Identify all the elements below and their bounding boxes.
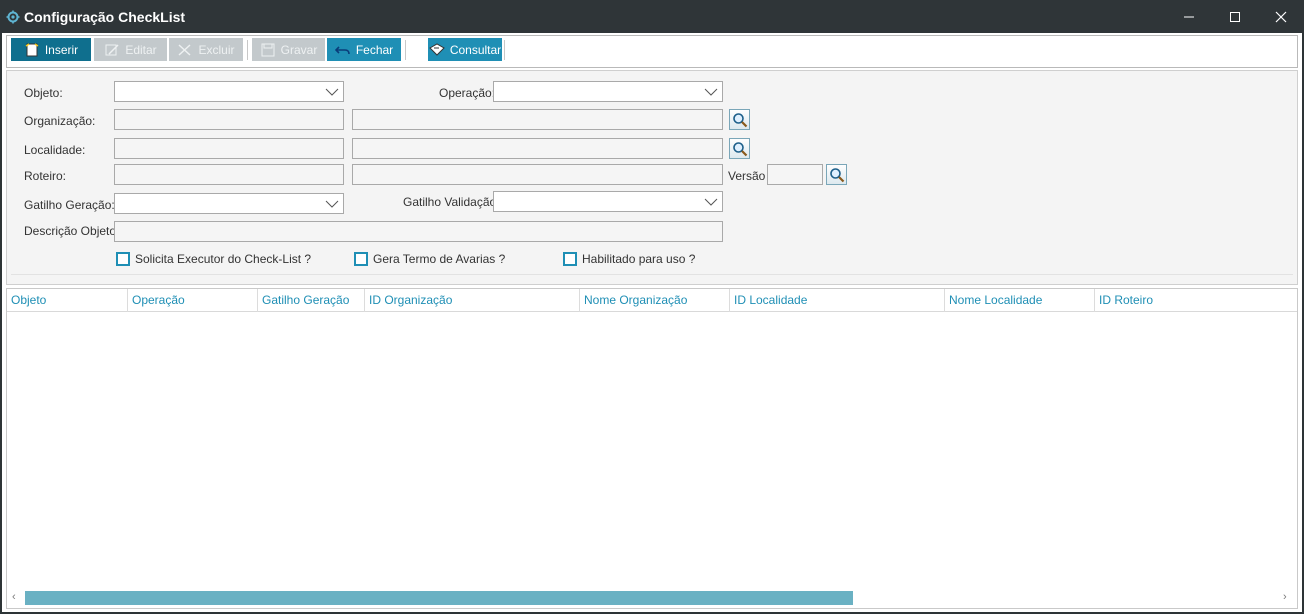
close-icon	[1275, 11, 1287, 23]
gera-termo-checkbox[interactable]: Gera Termo de Avarias ?	[354, 252, 505, 266]
column-header-nome-organizacao[interactable]: Nome Organização	[579, 289, 729, 312]
localidade-id-field[interactable]	[114, 138, 344, 159]
fechar-label: Fechar	[355, 42, 394, 57]
column-header-id-localidade[interactable]: ID Localidade	[729, 289, 944, 312]
descricao-field[interactable]	[114, 221, 723, 242]
minimize-icon	[1184, 16, 1194, 18]
gera-termo-label: Gera Termo de Avarias ?	[373, 252, 506, 266]
column-header-id-organizacao[interactable]: ID Organização	[364, 289, 579, 312]
search-icon	[830, 168, 845, 183]
close-button[interactable]	[1258, 0, 1304, 33]
toolbar-separator	[247, 40, 248, 60]
editar-button[interactable]: Editar	[94, 38, 167, 61]
checkbox-box[interactable]	[354, 252, 368, 266]
form-fields: Objeto: Operação: Organização: Localidad…	[11, 71, 1293, 275]
versao-field[interactable]	[767, 164, 823, 185]
operacao-combobox[interactable]	[493, 81, 723, 102]
gear-icon	[6, 10, 20, 24]
scroll-left-icon[interactable]: ‹	[12, 591, 16, 603]
chevron-down-icon	[704, 198, 718, 206]
checkbox-box[interactable]	[563, 252, 577, 266]
chevron-down-icon	[325, 200, 339, 208]
toolbar-separator	[405, 40, 406, 60]
maximize-icon	[1230, 12, 1240, 22]
gatilho-geracao-combobox[interactable]	[114, 193, 344, 214]
maximize-button[interactable]	[1212, 0, 1258, 33]
search-icon	[733, 142, 748, 157]
scroll-right-icon[interactable]: ›	[1283, 591, 1287, 603]
versao-label: Versão	[728, 169, 766, 183]
solicita-executor-label: Solicita Executor do Check-List ?	[135, 252, 312, 266]
habilitado-checkbox[interactable]: Habilitado para uso ?	[563, 252, 695, 266]
client-area: Inserir Editar Excluir Gravar Fechar Con…	[2, 33, 1302, 612]
filter-form: Objeto: Operação: Organização: Localidad…	[6, 70, 1298, 285]
chevron-down-icon	[704, 88, 718, 96]
habilitado-label: Habilitado para uso ?	[582, 252, 696, 266]
fechar-button[interactable]: Fechar	[327, 38, 401, 61]
minimize-button[interactable]	[1166, 0, 1212, 33]
organizacao-id-field[interactable]	[114, 109, 344, 130]
roteiro-id-field[interactable]	[114, 164, 344, 185]
gatilho-geracao-label: Gatilho Geração:	[24, 198, 115, 212]
new-document-icon	[25, 42, 39, 56]
horizontal-scrollbar[interactable]: ‹ ›	[7, 589, 1297, 608]
operacao-label: Operação:	[439, 86, 496, 100]
roteiro-search-button[interactable]	[826, 164, 847, 185]
consultar-label: Consultar	[449, 42, 502, 57]
inserir-button[interactable]: Inserir	[11, 38, 91, 61]
undo-icon	[334, 45, 350, 54]
objeto-combobox[interactable]	[114, 81, 344, 102]
gravar-label: Gravar	[280, 42, 318, 57]
edit-icon	[105, 43, 119, 55]
column-header-nome-localidade[interactable]: Nome Localidade	[944, 289, 1094, 312]
column-header-id-roteiro[interactable]: ID Roteiro	[1094, 289, 1297, 312]
roteiro-label: Roteiro:	[24, 169, 67, 183]
column-header-gatilho-geracao[interactable]: Gatilho Geração	[257, 289, 364, 312]
localidade-search-button[interactable]	[729, 138, 750, 159]
excluir-button[interactable]: Excluir	[169, 38, 243, 61]
editar-label: Editar	[125, 42, 157, 57]
gatilho-validacao-combobox[interactable]	[493, 191, 723, 212]
grid-header: Objeto Operação Gatilho Geração ID Organ…	[7, 289, 1297, 312]
checkbox-box[interactable]	[116, 252, 130, 266]
excluir-label: Excluir	[198, 42, 235, 57]
column-header-objeto[interactable]: Objeto	[7, 289, 127, 312]
title-bar: Configuração CheckList	[0, 0, 1304, 33]
roteiro-nome-field[interactable]	[352, 164, 723, 185]
toolbar: Inserir Editar Excluir Gravar Fechar Con…	[6, 35, 1298, 68]
localidade-nome-field[interactable]	[352, 138, 723, 159]
delete-icon	[178, 43, 191, 56]
inserir-label: Inserir	[44, 42, 79, 57]
book-icon	[428, 42, 445, 56]
column-header-operacao[interactable]: Operação	[127, 289, 257, 312]
objeto-label: Objeto:	[24, 86, 63, 100]
search-icon	[733, 113, 748, 128]
localidade-label: Localidade:	[24, 143, 86, 157]
descricao-label: Descrição Objeto:	[24, 224, 120, 238]
organizacao-label: Organização:	[24, 114, 96, 128]
scrollbar-thumb[interactable]	[25, 591, 853, 605]
chevron-down-icon	[325, 88, 339, 96]
gatilho-validacao-label: Gatilho Validação:	[403, 195, 500, 209]
window-title: Configuração CheckList	[24, 9, 186, 25]
toolbar-separator	[504, 40, 505, 60]
organizacao-nome-field[interactable]	[352, 109, 723, 130]
save-icon	[261, 43, 275, 56]
solicita-executor-checkbox[interactable]: Solicita Executor do Check-List ?	[116, 252, 311, 266]
organizacao-search-button[interactable]	[729, 109, 750, 130]
gravar-button[interactable]: Gravar	[252, 38, 325, 61]
results-grid[interactable]: Objeto Operação Gatilho Geração ID Organ…	[6, 288, 1298, 609]
consultar-button[interactable]: Consultar	[428, 38, 502, 61]
